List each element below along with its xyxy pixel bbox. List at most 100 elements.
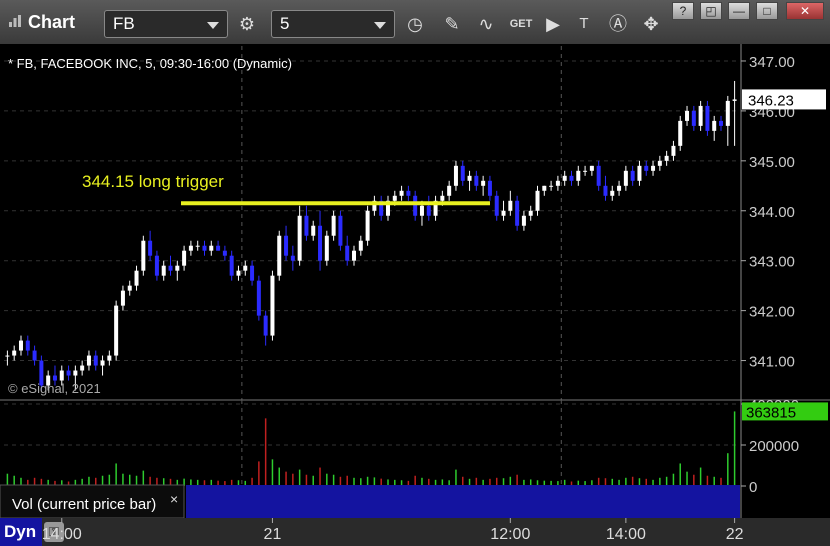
candle-body — [216, 245, 221, 251]
candle-body — [182, 250, 187, 266]
text-tool-icon[interactable]: T — [571, 10, 597, 38]
candle-body — [134, 270, 139, 286]
x-tick-label: 14:00 — [42, 526, 82, 543]
candle-body — [229, 255, 234, 276]
candle-body — [705, 105, 710, 131]
time-axis-bar: Dyn ⚿ 14:00 21 12:00 14:00 22 — [0, 518, 830, 546]
y-tick-label: 343.00 — [749, 254, 795, 271]
candle-body — [250, 265, 255, 281]
candle-body — [168, 265, 173, 271]
candle-body — [617, 185, 622, 191]
symbol-select[interactable]: FB — [104, 10, 228, 38]
candle-body — [691, 110, 696, 126]
chevron-down-icon — [374, 22, 386, 29]
candle-body — [610, 190, 615, 196]
candle-body — [52, 375, 57, 381]
candle-body — [413, 195, 418, 216]
candle-body — [12, 350, 17, 356]
candle-body — [100, 360, 105, 366]
close-button[interactable]: ✕ — [786, 2, 824, 20]
candle-body — [555, 180, 560, 186]
candle-body — [583, 170, 588, 172]
candle-body — [678, 120, 683, 146]
candle-body — [107, 355, 112, 361]
candle-body — [284, 235, 289, 256]
chart-app-icon — [9, 15, 21, 27]
candle-body — [175, 265, 180, 271]
candle-body — [86, 355, 91, 366]
candle-body — [698, 105, 703, 126]
app-title: Chart — [28, 12, 76, 32]
volume-title: Vol (current price bar) — [12, 496, 156, 513]
candle-body — [59, 370, 64, 381]
candle-body — [637, 165, 642, 181]
candle-body — [426, 205, 431, 216]
get-icon[interactable]: GET — [508, 10, 534, 38]
candle-body — [671, 145, 676, 156]
candle-body — [562, 175, 567, 181]
clock-icon[interactable]: ◷ — [402, 10, 428, 38]
candle-body — [331, 215, 336, 236]
candle-body — [236, 270, 241, 276]
cursor-icon[interactable]: ✥ — [638, 10, 664, 38]
candle-body — [406, 190, 411, 196]
interval-select[interactable]: 5 — [271, 10, 395, 38]
candle-body — [277, 235, 282, 276]
x-tick-label: 12:00 — [490, 526, 530, 543]
candle-body — [73, 370, 78, 376]
symbol-value: FB — [113, 14, 135, 33]
candle-body — [32, 350, 37, 361]
candle-body — [651, 165, 656, 171]
candle-body — [589, 165, 594, 171]
candle-body — [358, 240, 363, 251]
candle-body — [576, 170, 581, 181]
candle-body — [154, 255, 159, 276]
candle-body — [297, 215, 302, 261]
pencil-icon[interactable]: ✎ — [439, 10, 465, 38]
candle-body — [195, 245, 200, 247]
help-button[interactable]: ? — [672, 2, 694, 20]
candle-body — [494, 195, 499, 216]
candle-body — [623, 170, 628, 186]
settings-gear-icon[interactable]: ⚙ — [234, 10, 260, 38]
candle-body — [66, 370, 71, 376]
candle-body — [120, 290, 125, 306]
candle-body — [93, 355, 98, 366]
candle-body — [419, 205, 424, 216]
price-chart[interactable]: 347.00346.00345.00344.00343.00342.00341.… — [0, 44, 830, 518]
candle-body — [725, 100, 730, 126]
last-volume-label: 363815 — [746, 404, 796, 421]
candle-body — [222, 250, 227, 256]
indicator-icon[interactable]: ∿ — [473, 10, 499, 38]
x-tick-label: 22 — [726, 526, 744, 543]
candle-body — [685, 110, 690, 121]
volume-close-icon[interactable]: × — [170, 491, 178, 507]
last-price-label: 346.23 — [748, 92, 794, 109]
candle-body — [467, 175, 472, 181]
candle-body — [474, 175, 479, 186]
candle-body — [304, 215, 309, 236]
float-button[interactable]: ◰ — [700, 2, 722, 20]
candle-body — [664, 155, 669, 161]
candle-body — [549, 185, 554, 187]
minimize-button[interactable]: — — [728, 2, 750, 20]
volume-label-bar — [186, 485, 740, 518]
candle-body — [644, 165, 649, 171]
candle-body — [569, 175, 574, 181]
candle-body — [596, 165, 601, 186]
alert-icon[interactable]: Ⓐ — [605, 10, 631, 38]
volume-tick-label: 0 — [749, 479, 757, 496]
candle-body — [263, 315, 268, 336]
candle-body — [732, 99, 737, 101]
candle-body — [487, 180, 492, 196]
candle-body — [603, 185, 608, 196]
y-tick-label: 342.00 — [749, 304, 795, 321]
maximize-button[interactable]: □ — [756, 2, 778, 20]
watermark: © eSignal, 2021 — [8, 381, 101, 396]
candle-body — [460, 165, 465, 181]
candle-body — [719, 120, 724, 126]
candle-body — [141, 240, 146, 271]
candle-body — [657, 160, 662, 166]
candle-body — [324, 235, 329, 261]
play-icon[interactable]: ▶ — [540, 10, 566, 38]
